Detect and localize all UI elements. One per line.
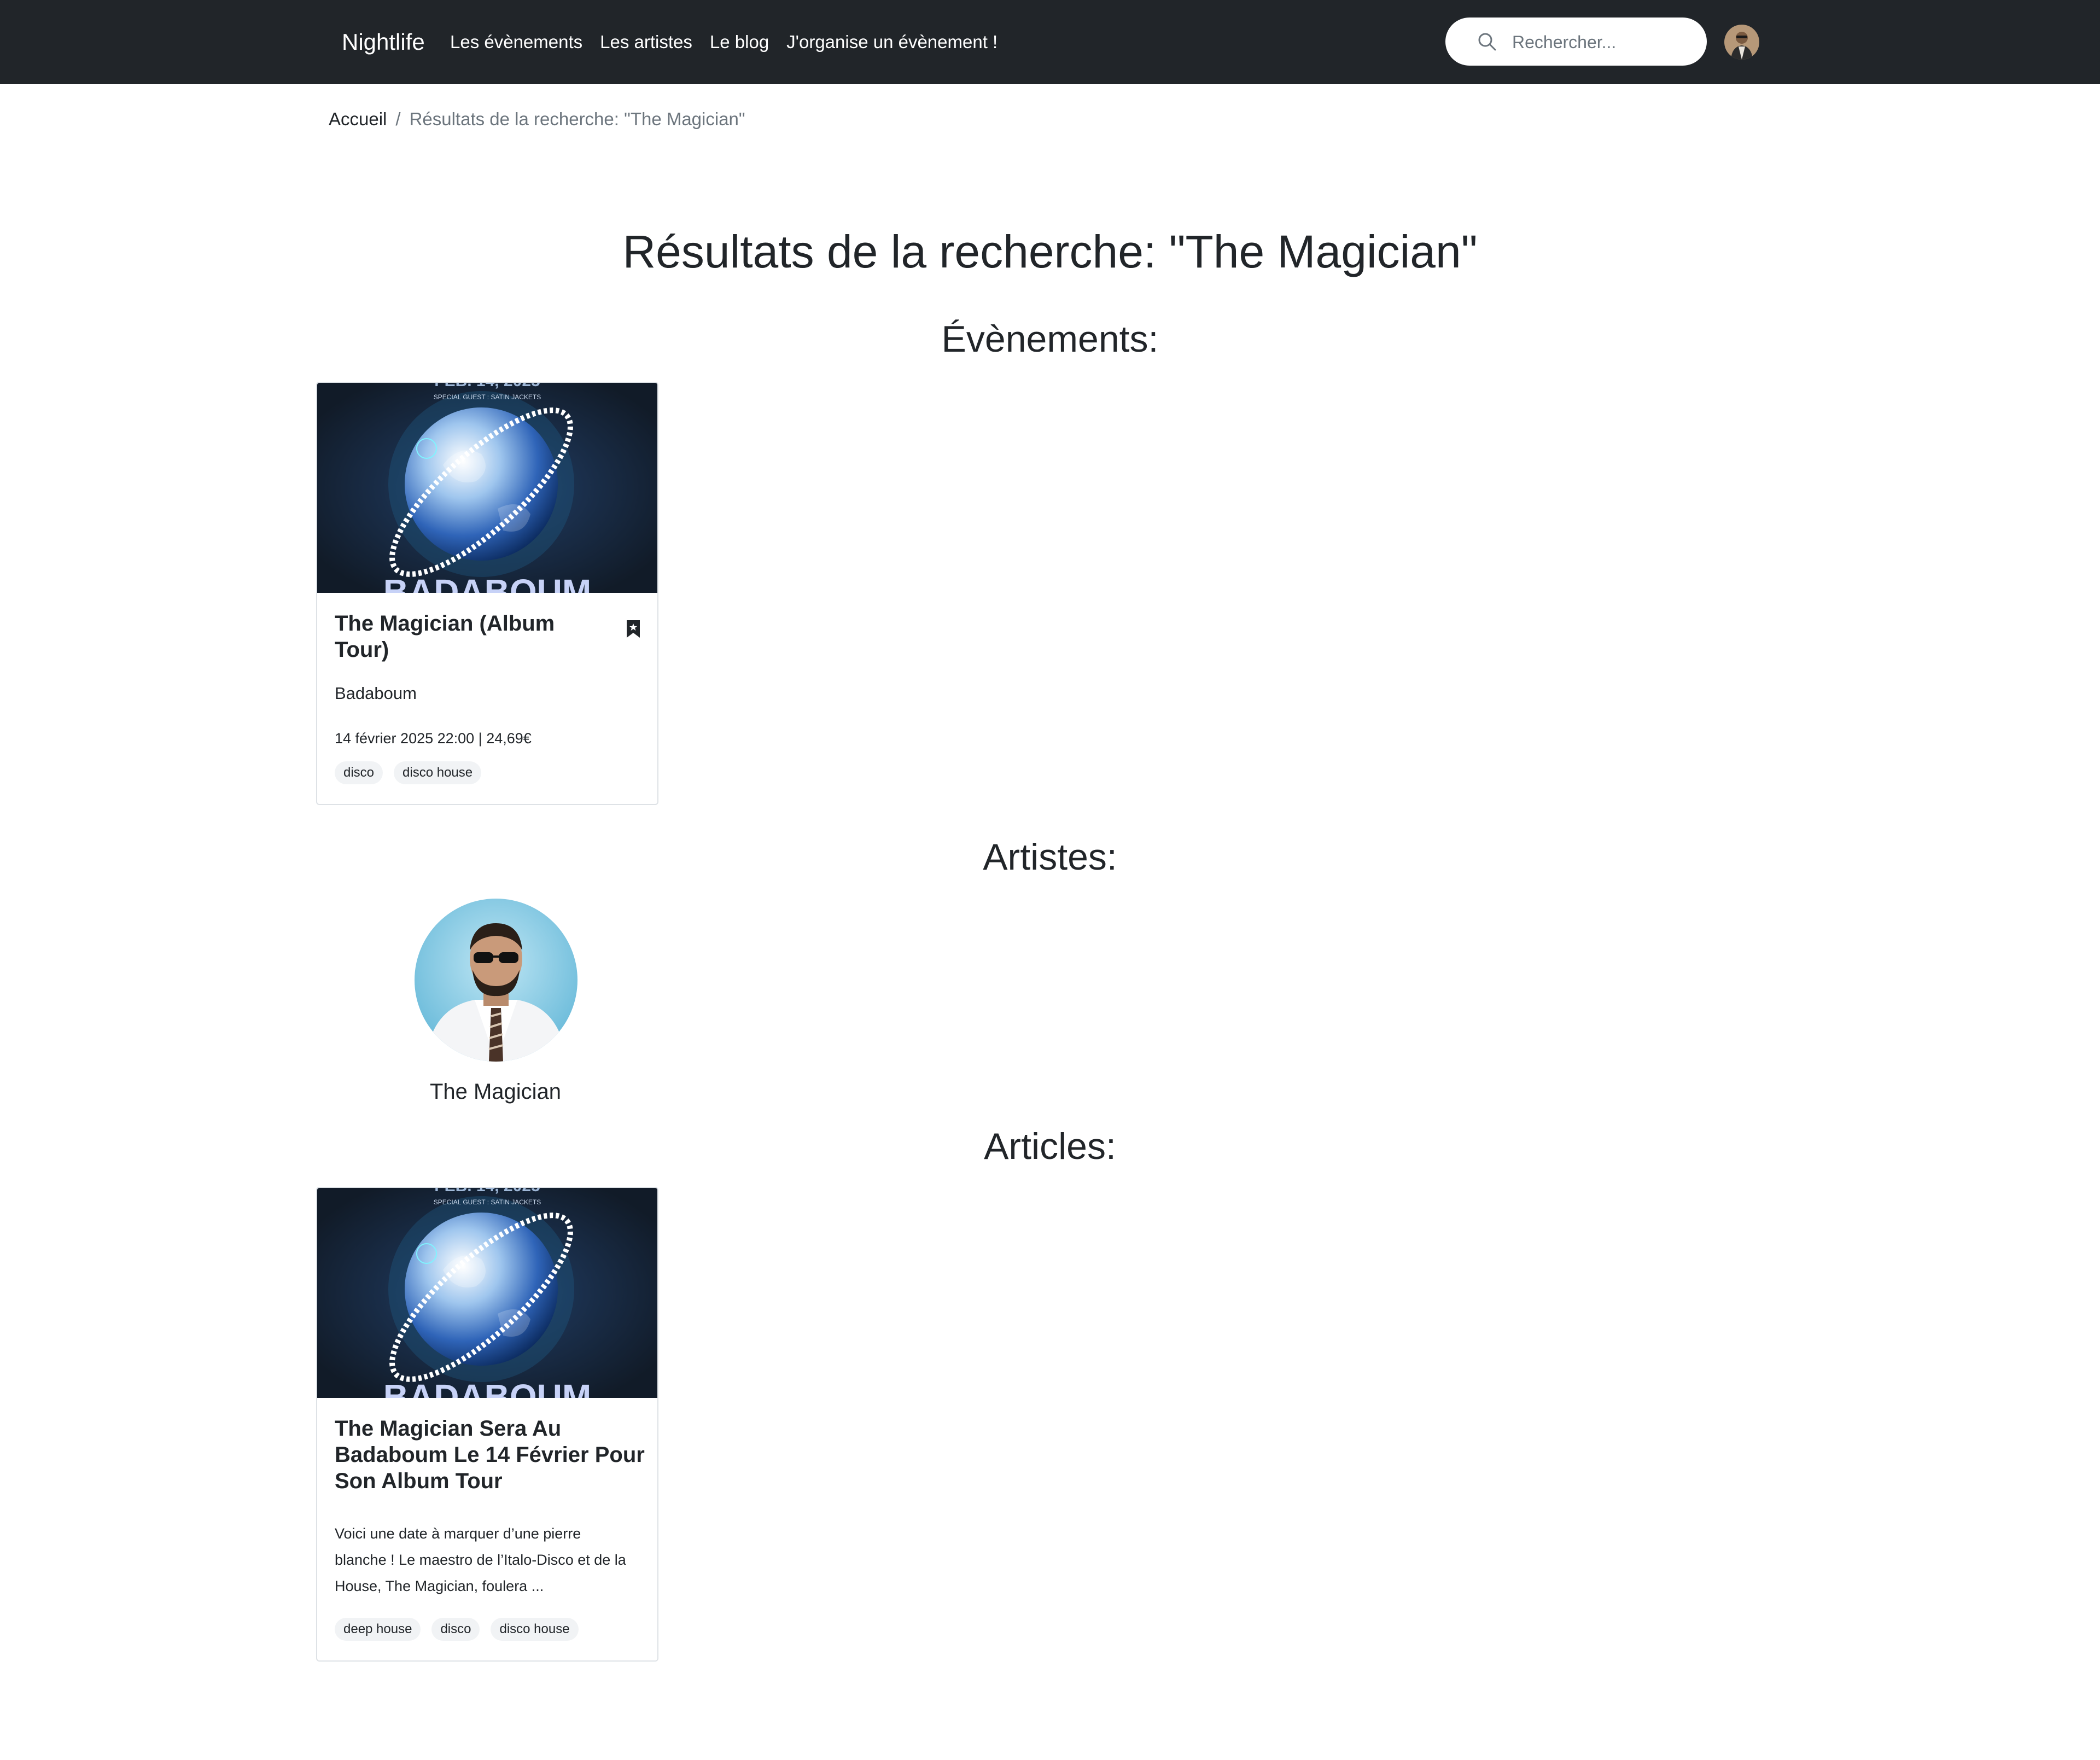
nav-link-blog[interactable]: Le blog [710,30,769,55]
article-excerpt-line: Voici une date à marquer d’une pierre [335,1525,581,1542]
poster-venue-text: BADABOUM [383,572,591,593]
article-excerpt: Voici une date à marquer d’une pierre bl… [335,1520,646,1599]
articles-section-title: Articles: [984,1126,1116,1167]
article-excerpt-line: House, The Magician, foulera ... [335,1578,544,1594]
poster-date-text: FEB. 14, 2025 [434,1188,540,1195]
nav-link-artists[interactable]: Les artistes [600,30,692,55]
tag[interactable]: disco [335,761,383,784]
event-title[interactable]: The Magician (Album Tour) [335,610,555,663]
artists-section-title: Artistes: [983,836,1117,878]
search-box [1445,18,1707,66]
article-title[interactable]: The Magician Sera Au Badaboum Le 14 Févr… [335,1415,645,1494]
tag[interactable]: disco house [491,1618,579,1641]
nav-link-organize-event[interactable]: J'organise un évènement ! [786,30,998,55]
tag[interactable]: deep house [335,1618,421,1641]
article-excerpt-line: blanche ! Le maestro de l’Italo-Disco et… [335,1552,626,1568]
event-tags: disco disco house [335,761,482,784]
page-title: Résultats de la recherche: "The Magician… [622,226,1478,277]
bookmark-icon[interactable] [626,619,641,639]
user-avatar[interactable] [1724,25,1759,60]
breadcrumb-separator: / [395,109,401,129]
artist-photo[interactable] [415,899,578,1062]
search-input[interactable] [1511,28,1688,56]
article-title-line: Badaboum Le 14 Février Pour [335,1443,645,1467]
article-image: FEB. 14, 2025 SPECIAL GUEST : SATIN JACK… [317,1188,657,1398]
poster-guest-text: SPECIAL GUEST : SATIN JACKETS [434,393,541,401]
event-title-line: The Magician (Album [335,611,555,636]
poster-date-text: FEB. 14, 2025 [434,383,540,390]
poster-guest-text: SPECIAL GUEST : SATIN JACKETS [434,1198,541,1206]
event-poster-image: FEB. 14, 2025 SPECIAL GUEST : SATIN JACK… [317,383,657,593]
nav-links: Les évènements Les artistes Le blog J'or… [450,30,998,55]
event-card[interactable]: FEB. 14, 2025 SPECIAL GUEST : SATIN JACK… [316,382,658,805]
article-card[interactable]: FEB. 14, 2025 SPECIAL GUEST : SATIN JACK… [316,1187,658,1662]
event-venue: Badaboum [335,684,417,703]
search-icon[interactable] [1477,32,1497,51]
events-section-title: Évènements: [941,318,1159,360]
article-title-line: The Magician Sera Au [335,1417,562,1441]
nav-link-events[interactable]: Les évènements [450,30,582,55]
poster-venue-text: BADABOUM [383,1377,591,1398]
article-tags: deep house disco disco house [335,1618,579,1641]
tag[interactable]: disco [431,1618,480,1641]
tag[interactable]: disco house [394,761,482,784]
event-date-price: 14 février 2025 22:00 | 24,69€ [335,730,532,747]
artist-name[interactable]: The Magician [386,1077,605,1106]
top-navbar: Nightlife Les évènements Les artistes Le… [0,0,2100,84]
brand-logo[interactable]: Nightlife [342,27,425,57]
event-title-line: Tour) [335,638,389,662]
breadcrumb: Accueil / Résultats de la recherche: "The … [329,107,745,131]
article-title-line: Son Album Tour [335,1469,503,1493]
breadcrumb-home-link[interactable]: Accueil [329,109,387,129]
breadcrumb-current: Résultats de la recherche: "The Magician… [409,109,745,129]
